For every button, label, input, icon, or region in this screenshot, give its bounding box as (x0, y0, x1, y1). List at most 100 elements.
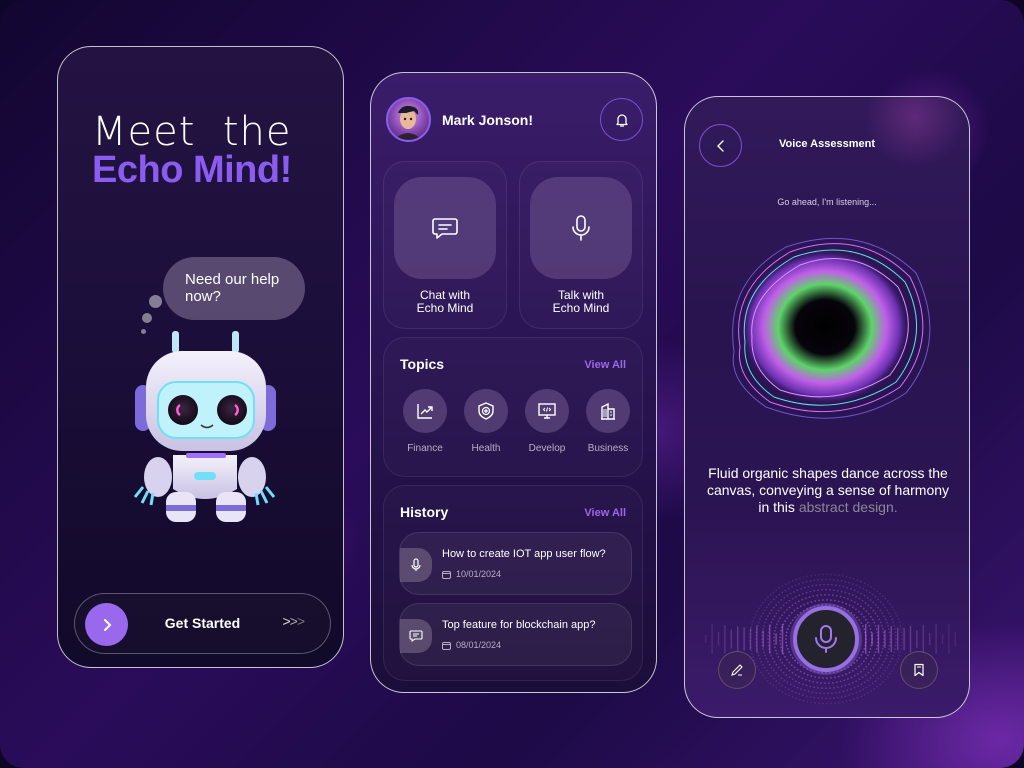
wave-dot (867, 671, 870, 674)
wave-dot (860, 580, 863, 583)
wave-bar (929, 632, 931, 646)
wave-dot (798, 583, 801, 585)
topic-finance[interactable]: Finance (396, 389, 454, 454)
wave-bar (762, 630, 764, 648)
wave-dot (882, 672, 884, 675)
thought-dot (149, 295, 162, 308)
wave-bar (948, 624, 950, 654)
wave-dot (757, 654, 760, 657)
wave-dot (836, 686, 839, 689)
wave-dot (762, 648, 764, 650)
wave-dot (789, 622, 792, 624)
wave-dot (822, 573, 824, 576)
notifications-button[interactable] (600, 98, 643, 141)
wave-dot (862, 625, 864, 627)
topic-develop[interactable]: Develop (518, 389, 576, 454)
wave-dot (851, 693, 854, 695)
wave-dot (800, 588, 802, 590)
wave-bar (705, 635, 707, 643)
wave-dot (826, 599, 828, 601)
wave-dot (851, 594, 854, 597)
wave-dot (821, 697, 823, 700)
wave-dot (801, 581, 804, 584)
wave-bar (903, 627, 905, 651)
wave-dot (840, 606, 843, 609)
wave-dot (775, 672, 778, 675)
wave-dot (791, 586, 794, 588)
edit-button[interactable] (718, 651, 756, 689)
wave-dot (840, 580, 843, 582)
wave-dot (870, 606, 872, 609)
wave-dot (888, 644, 891, 647)
wave-dot (886, 600, 889, 603)
topic-icon-wrap (464, 389, 508, 433)
wave-dot (786, 658, 788, 661)
wave-dot (848, 683, 851, 686)
bookmark-button[interactable] (900, 651, 938, 689)
wave-dot (776, 623, 778, 626)
chat-with-echo-mind-card[interactable]: Chat with Echo Mind (383, 161, 507, 329)
history-view-all-link[interactable]: View All (584, 507, 626, 519)
calendar-icon (442, 570, 451, 579)
wave-dot (803, 672, 806, 675)
wave-dot (798, 681, 801, 684)
voice-assessment-screen: Voice Assessment Go ahead, I'm listening… (684, 96, 970, 718)
wave-dot (850, 588, 852, 590)
wave-dot (829, 671, 831, 674)
wave-dot (863, 681, 866, 684)
wave-dot (821, 588, 823, 591)
history-item[interactable]: How to create IOT app user flow? 10/01/2… (399, 532, 632, 595)
wave-bar (865, 624, 867, 654)
wave-dot (763, 624, 765, 627)
wave-dot (817, 671, 820, 674)
topic-business[interactable]: Business (579, 389, 637, 454)
wave-dot (759, 657, 761, 660)
wave-dot (836, 670, 839, 673)
wave-dot (780, 606, 782, 609)
wave-dot (767, 596, 769, 599)
wave-bar (935, 624, 937, 654)
arrow-glyph: > (296, 613, 305, 629)
wave-dot (877, 606, 880, 609)
wave-dot (857, 610, 860, 613)
monitor-code-icon (538, 403, 556, 419)
record-mic-button[interactable] (793, 606, 859, 672)
wave-dot (804, 678, 807, 681)
wave-dot (851, 681, 854, 684)
talk-with-echo-mind-card[interactable]: Talk with Echo Mind (519, 161, 643, 329)
talk-tile[interactable] (530, 177, 632, 279)
wave-dot (862, 688, 865, 691)
date-text: 08/01/2024 (456, 640, 502, 650)
wave-dot (750, 626, 753, 629)
wave-dot (751, 653, 753, 655)
wave-dot (806, 602, 809, 605)
wave-dot (900, 634, 903, 637)
wave-dot (794, 680, 797, 683)
chat-tile[interactable] (394, 177, 496, 279)
wave-dot (884, 669, 887, 672)
wave-dot (801, 598, 804, 601)
wave-dot (860, 662, 863, 665)
wave-dot (860, 605, 862, 608)
wave-dot (868, 591, 871, 594)
wave-dot (787, 688, 790, 691)
wave-dot (802, 609, 805, 612)
wave-dot (827, 583, 829, 586)
topic-health[interactable]: Health (457, 389, 515, 454)
wave-dot (788, 651, 790, 653)
calendar-icon (442, 641, 451, 650)
wave-dot (778, 689, 781, 691)
get-started-button[interactable]: Get Started >>> (74, 593, 331, 654)
wave-dot (850, 688, 852, 690)
wave-dot (775, 589, 778, 592)
wave-dot (878, 657, 881, 660)
wave-dot (857, 672, 859, 675)
wave-dot (803, 586, 806, 589)
history-item-title: How to create IOT app user flow? (442, 548, 606, 560)
topics-view-all-link[interactable]: View All (584, 359, 626, 371)
history-item[interactable]: Top feature for blockchain app? 08/01/20… (399, 603, 632, 666)
wave-dot (794, 659, 796, 662)
wave-dot (849, 576, 852, 579)
avatar[interactable] (386, 97, 431, 142)
wave-dot (850, 599, 853, 602)
